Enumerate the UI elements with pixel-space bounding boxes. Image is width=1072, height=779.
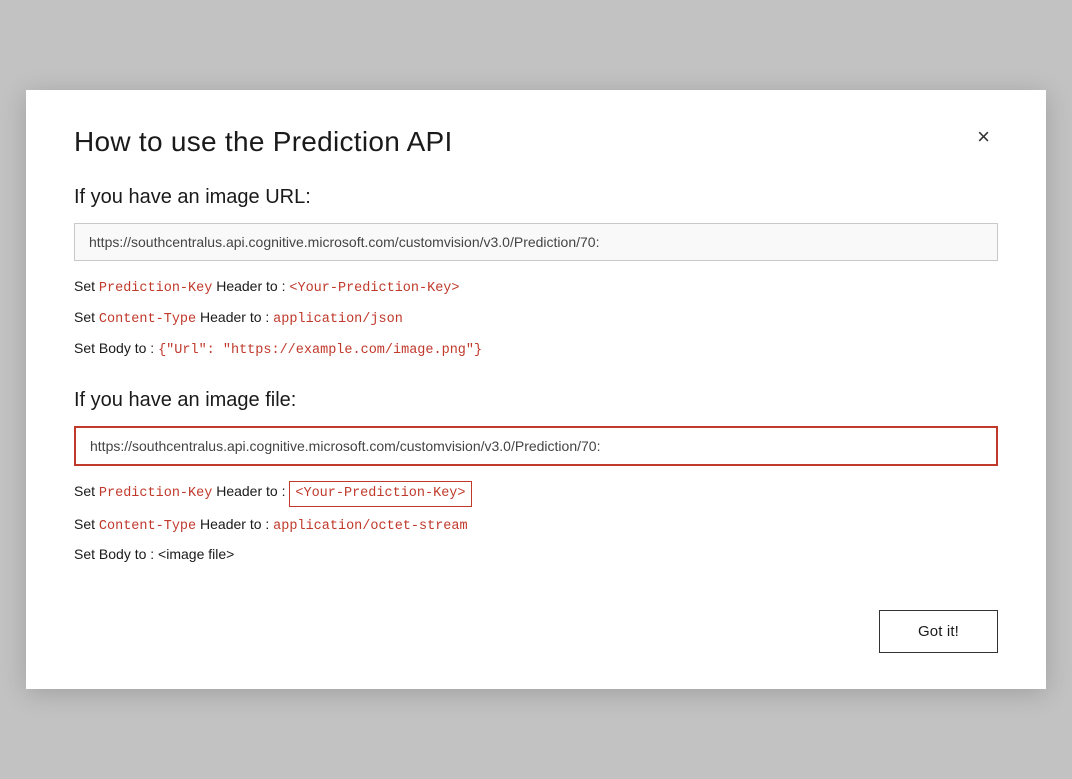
line3-value: {"Url": "https://example.com/image.png"}: [158, 343, 482, 358]
line1-prefix: Set: [74, 278, 99, 294]
modal-footer: Got it!: [74, 610, 998, 653]
instruction-line-5: Set Content-Type Header to : application…: [74, 513, 998, 538]
section-url-title: If you have an image URL:: [74, 186, 998, 209]
modal-overlay: How to use the Prediction API × If you h…: [0, 0, 1072, 779]
line1-keyword: Prediction-Key: [99, 281, 212, 296]
line2-prefix: Set: [74, 309, 99, 325]
instruction-line-2: Set Content-Type Header to : application…: [74, 306, 998, 331]
line1-middle: Header to :: [212, 278, 289, 294]
line6-prefix: Set Body to : <image file>: [74, 546, 234, 562]
line1-value: <Your-Prediction-Key>: [289, 281, 459, 296]
url-box-url: https://southcentralus.api.cognitive.mic…: [74, 223, 998, 261]
modal-header: How to use the Prediction API ×: [74, 126, 998, 158]
section-file-title: If you have an image file:: [74, 389, 998, 412]
line2-keyword: Content-Type: [99, 312, 196, 327]
line5-middle: Header to :: [196, 516, 273, 532]
line2-middle: Header to :: [196, 309, 273, 325]
line4-keyword: Prediction-Key: [99, 486, 212, 501]
instruction-line-1: Set Prediction-Key Header to : <Your-Pre…: [74, 275, 998, 300]
line5-prefix: Set: [74, 516, 99, 532]
line4-middle: Header to :: [212, 483, 289, 499]
instruction-line-6: Set Body to : <image file>: [74, 543, 998, 565]
instruction-line-3: Set Body to : {"Url": "https://example.c…: [74, 337, 998, 362]
line5-value: application/octet-stream: [273, 519, 467, 534]
section-url: If you have an image URL: https://southc…: [74, 186, 998, 361]
url-box-file: https://southcentralus.api.cognitive.mic…: [74, 426, 998, 466]
modal-dialog: How to use the Prediction API × If you h…: [26, 90, 1046, 688]
section-file: If you have an image file: https://south…: [74, 389, 998, 566]
got-it-button[interactable]: Got it!: [879, 610, 998, 653]
line5-keyword: Content-Type: [99, 519, 196, 534]
modal-title: How to use the Prediction API: [74, 126, 453, 158]
line4-value: <Your-Prediction-Key>: [289, 481, 471, 507]
line4-prefix: Set: [74, 483, 99, 499]
line2-value: application/json: [273, 312, 403, 327]
close-button[interactable]: ×: [969, 122, 998, 152]
line3-prefix: Set Body to :: [74, 340, 158, 356]
instruction-line-4: Set Prediction-Key Header to : <Your-Pre…: [74, 480, 998, 507]
